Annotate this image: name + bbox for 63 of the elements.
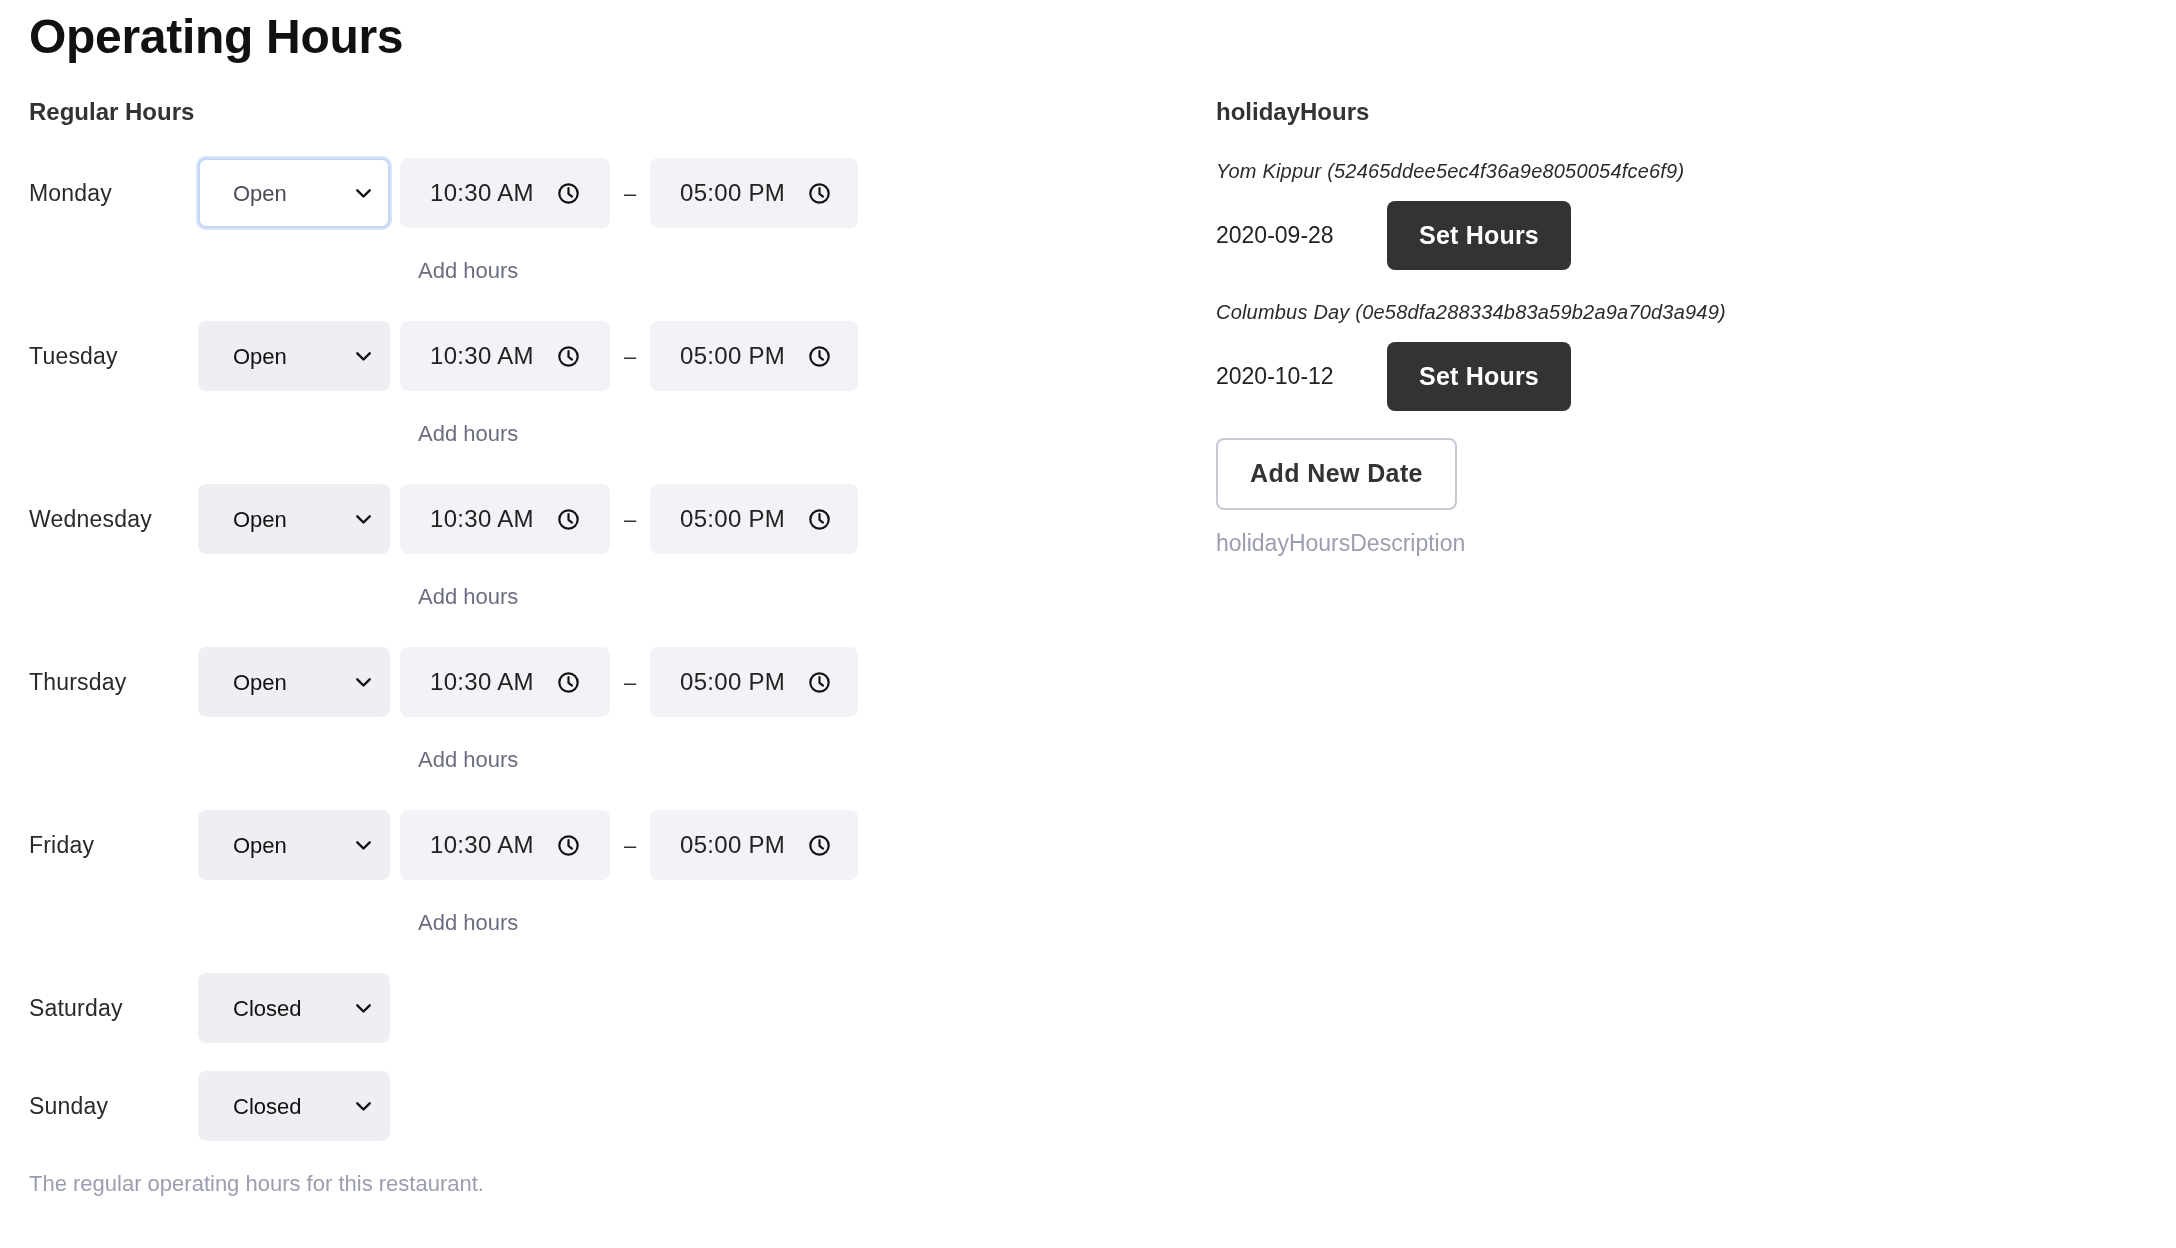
section-description: holidayHoursDescription	[1216, 529, 1467, 558]
day-label: Friday	[29, 830, 96, 860]
day-label: Tuesday	[29, 341, 119, 371]
clock-icon	[809, 182, 831, 204]
time-field[interactable]: 05:00 PM	[650, 484, 858, 554]
chevron-down-icon	[356, 1101, 371, 1111]
time-field[interactable]: 10:30 AM	[400, 647, 610, 717]
time-field[interactable]: 10:30 AM	[400, 484, 610, 554]
day-label: Wednesday	[29, 504, 153, 534]
set-hours-button[interactable]: Set Hours	[1387, 201, 1571, 270]
range-dash: –	[622, 668, 638, 697]
time-field[interactable]: 10:30 AM	[400, 321, 610, 391]
section-heading: holidayHours	[1216, 97, 1371, 127]
clock-icon	[809, 345, 831, 367]
chevron-down-icon	[356, 514, 371, 524]
add-hours-button[interactable]: Add hours	[400, 249, 537, 293]
time-field[interactable]: 05:00 PM	[650, 158, 858, 228]
clock-icon	[557, 671, 579, 693]
status-select[interactable]: Closed	[198, 973, 390, 1043]
clock-icon	[557, 345, 579, 367]
day-label: Sunday	[29, 1091, 110, 1121]
time-field[interactable]: 05:00 PM	[650, 647, 858, 717]
status-select[interactable]: Open	[198, 484, 390, 554]
time-field[interactable]: 05:00 PM	[650, 810, 858, 880]
clock-icon	[809, 671, 831, 693]
chevron-down-icon	[356, 351, 371, 361]
time-field[interactable]: 10:30 AM	[400, 158, 610, 228]
clock-icon	[557, 508, 579, 530]
day-label: Saturday	[29, 993, 124, 1023]
section-description: The regular operating hours for this restaurant.	[29, 1170, 485, 1198]
time-field[interactable]: 05:00 PM	[650, 321, 858, 391]
holiday-date: 2020-09-28	[1216, 221, 1335, 251]
day-label: Monday	[29, 178, 114, 208]
add-hours-button[interactable]: Add hours	[400, 901, 537, 945]
time-field[interactable]: 10:30 AM	[400, 810, 610, 880]
page-title: Operating Hours	[29, 9, 405, 65]
status-select[interactable]: Open	[198, 810, 390, 880]
clock-icon	[557, 834, 579, 856]
add-hours-button[interactable]: Add hours	[400, 738, 537, 782]
day-label: Thursday	[29, 667, 128, 697]
clock-icon	[557, 182, 579, 204]
range-dash: –	[622, 342, 638, 371]
holiday-name: Columbus Day (0e58dfa288334b83a59b2a9a70d3a949)	[1216, 300, 1727, 325]
chevron-down-icon	[356, 188, 371, 198]
add-hours-button[interactable]: Add hours	[400, 412, 537, 456]
status-select[interactable]: Open	[198, 647, 390, 717]
status-select[interactable]: Open	[198, 321, 390, 391]
add-new-date-button[interactable]: Add New Date	[1216, 438, 1457, 510]
range-dash: –	[622, 179, 638, 208]
chevron-down-icon	[356, 840, 371, 850]
set-hours-button[interactable]: Set Hours	[1387, 342, 1571, 411]
section-heading: Regular Hours	[29, 97, 196, 127]
chevron-down-icon	[356, 677, 371, 687]
status-select[interactable]: Closed	[198, 1071, 390, 1141]
clock-icon	[809, 834, 831, 856]
clock-icon	[809, 508, 831, 530]
status-select[interactable]: Open	[198, 158, 390, 228]
holiday-name: Yom Kippur (52465ddee5ec4f36a9e8050054fce6f9)	[1216, 159, 1686, 184]
range-dash: –	[622, 831, 638, 860]
range-dash: –	[622, 505, 638, 534]
add-hours-button[interactable]: Add hours	[400, 575, 537, 619]
chevron-down-icon	[356, 1003, 371, 1013]
holiday-date: 2020-10-12	[1216, 362, 1335, 392]
